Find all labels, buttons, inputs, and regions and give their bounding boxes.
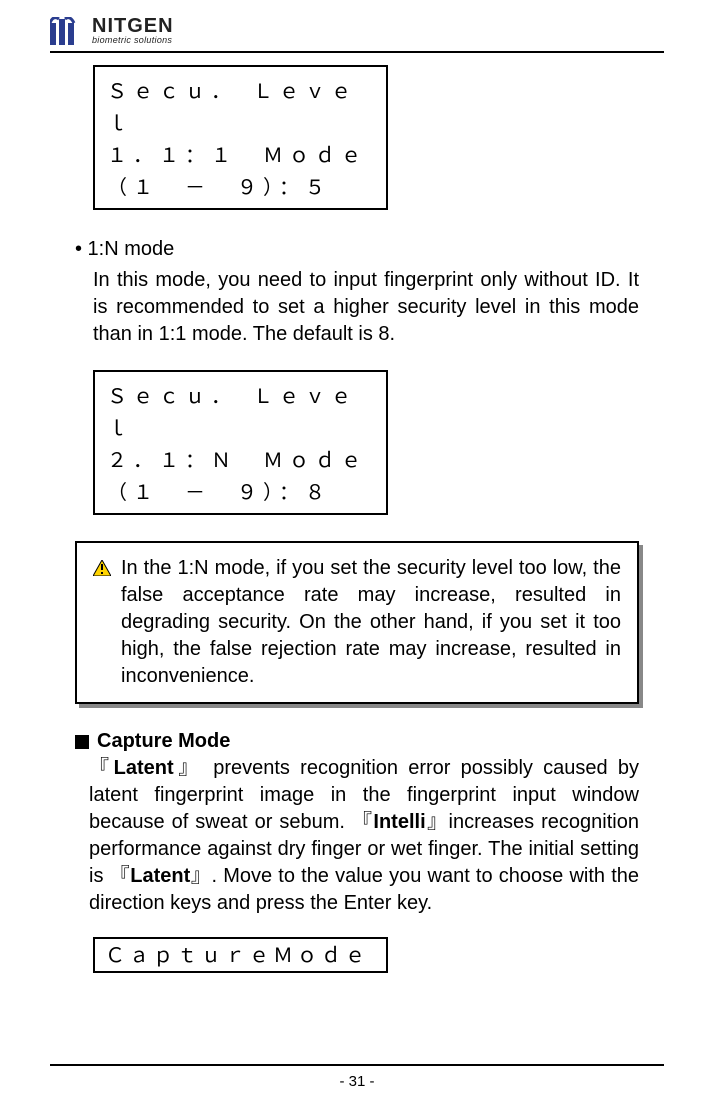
lcd-line: ２．１：Ｎ Ｍｏｄｅ [107, 444, 374, 476]
lcd-line: （１ － ９）：５ [107, 171, 374, 203]
warning-icon [93, 557, 111, 690]
lcd-display-3: ＣａｐｔｕｒｅＭｏｄｅ [93, 937, 388, 973]
logo-text-sub: biometric solutions [92, 36, 174, 45]
logo-text-main: NITGEN [92, 16, 174, 36]
bullet-1n-mode: • 1:N mode In this mode, you need to inp… [75, 236, 639, 348]
lcd-display-2: Ｓｅｃｕ． Ｌｅｖｅｌ ２．１：Ｎ Ｍｏｄｅ （１ － ９）：８ [93, 370, 388, 515]
section-capture-mode-heading: Capture Mode [75, 730, 639, 753]
lcd-line: ＣａｐｔｕｒｅＭｏｄｅ [105, 941, 376, 969]
square-bullet-icon [75, 735, 89, 749]
bullet-text: In this mode, you need to input fingerpr… [93, 267, 639, 348]
lcd-line: １．１：１ Ｍｏｄｅ [107, 139, 374, 171]
warning-box: In the 1:N mode, if you set the security… [75, 541, 639, 704]
logo-icon [50, 17, 84, 45]
warning-text: In the 1:N mode, if you set the security… [121, 555, 621, 690]
header: NITGEN biometric solutions [50, 16, 664, 51]
section-heading-text: Capture Mode [97, 730, 230, 753]
bullet-heading: • 1:N mode [75, 236, 639, 263]
lcd-line: （１ － ９）：８ [107, 476, 374, 508]
lcd-line: Ｓｅｃｕ． Ｌｅｖｅｌ [107, 380, 374, 444]
lcd-line: Ｓｅｃｕ． Ｌｅｖｅｌ [107, 75, 374, 139]
page-number: - 31 - [0, 1073, 714, 1090]
lcd-display-1: Ｓｅｃｕ． Ｌｅｖｅｌ １．１：１ Ｍｏｄｅ （１ － ９）：５ [93, 65, 388, 210]
section-capture-mode-body: 『Latent』 prevents recognition error poss… [75, 755, 639, 917]
footer-divider [50, 1064, 664, 1066]
